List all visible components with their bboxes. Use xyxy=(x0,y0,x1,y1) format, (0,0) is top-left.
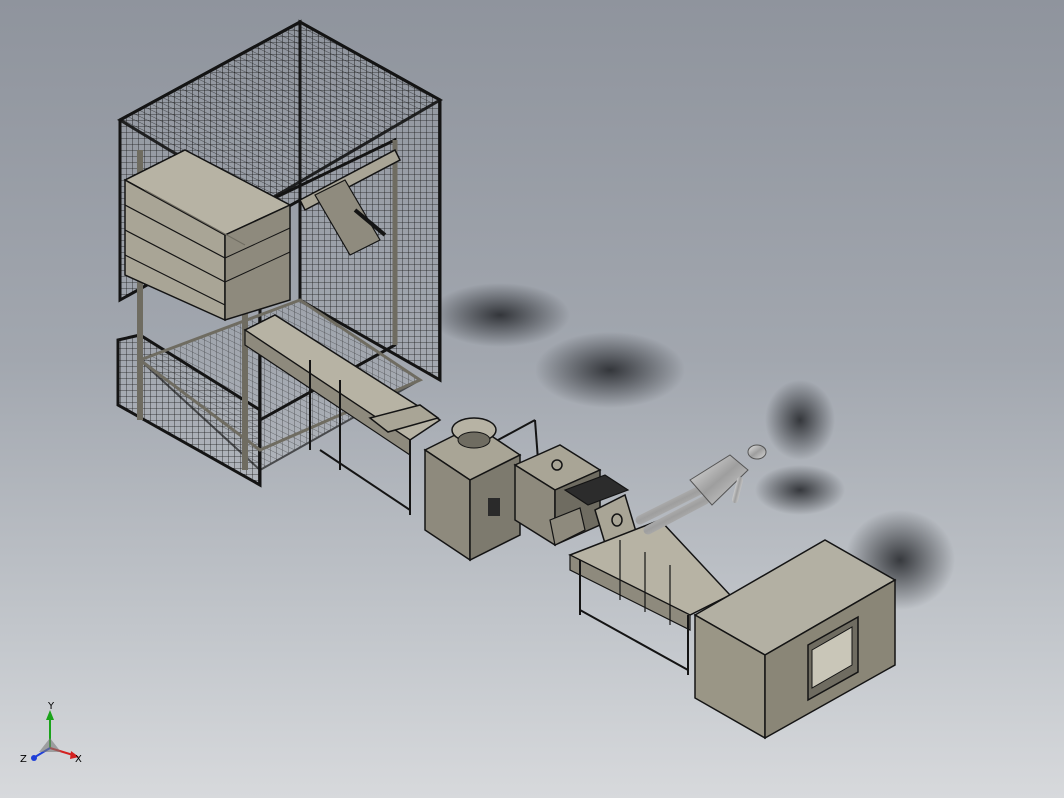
model-viewport[interactable]: Y X Z xyxy=(0,0,1064,798)
tunnel-box[interactable] xyxy=(693,539,897,740)
cad-scene[interactable] xyxy=(0,0,1064,798)
operator-figure xyxy=(635,444,767,535)
triad-z-arrow-icon xyxy=(31,755,37,761)
triad-x-label: X xyxy=(75,754,82,765)
triad-y-label: Y xyxy=(47,701,55,712)
orientation-triad: Y X Z xyxy=(20,701,82,765)
triad-z-label: Z xyxy=(20,754,27,765)
